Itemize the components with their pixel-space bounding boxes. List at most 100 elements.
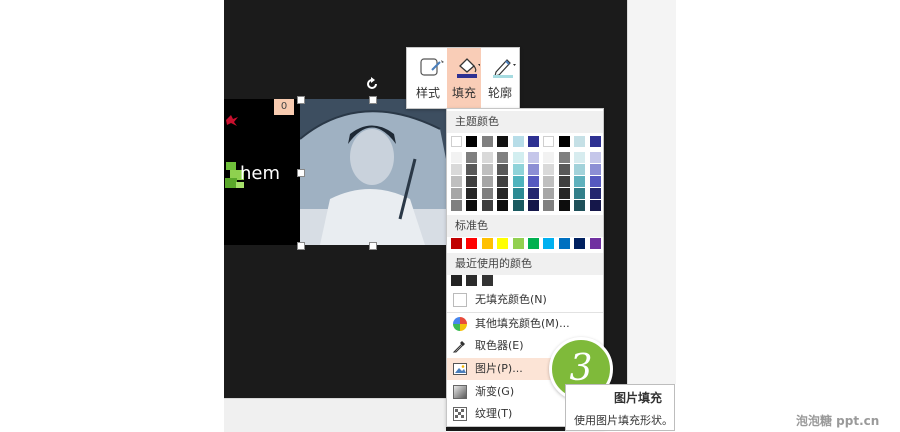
picture-fill-tooltip: 图片填充 使用图片填充形状。 xyxy=(565,384,675,431)
theme-shade-swatch[interactable] xyxy=(512,164,524,175)
theme-shade-swatch[interactable] xyxy=(558,176,570,187)
recent-color-swatch[interactable] xyxy=(481,275,493,286)
theme-shade-swatch[interactable] xyxy=(451,164,462,175)
resize-handle-nw[interactable] xyxy=(297,96,305,104)
theme-color-swatch[interactable] xyxy=(512,136,524,147)
theme-shade-swatch[interactable] xyxy=(481,188,493,199)
theme-shade-swatch[interactable] xyxy=(558,188,570,199)
standard-color-swatch[interactable] xyxy=(512,238,524,249)
theme-color-swatch[interactable] xyxy=(543,136,555,147)
theme-shade-swatch[interactable] xyxy=(512,152,524,163)
standard-color-swatch[interactable] xyxy=(558,238,570,249)
theme-shade-swatch[interactable] xyxy=(589,152,601,163)
theme-shade-swatch[interactable] xyxy=(466,176,478,187)
picture-fill-label: 图片(P)... xyxy=(475,362,523,375)
gradient-icon xyxy=(453,385,467,399)
theme-shade-swatch[interactable] xyxy=(481,152,493,163)
theme-shade-swatch[interactable] xyxy=(512,200,524,211)
standard-color-swatch[interactable] xyxy=(466,238,478,249)
theme-shade-swatch[interactable] xyxy=(451,200,462,211)
standard-color-swatch[interactable] xyxy=(451,238,462,249)
theme-shade-swatch[interactable] xyxy=(558,152,570,163)
theme-shade-swatch[interactable] xyxy=(543,164,555,175)
tooltip-title: 图片填充 xyxy=(614,391,663,405)
style-button[interactable]: 样式 xyxy=(411,48,445,108)
theme-shade-swatch[interactable] xyxy=(574,164,586,175)
theme-shade-swatch[interactable] xyxy=(589,200,601,211)
theme-color-swatch[interactable] xyxy=(451,136,462,147)
theme-shade-swatch[interactable] xyxy=(528,176,539,187)
fill-button[interactable]: 填充 xyxy=(447,48,481,108)
theme-shade-swatch[interactable] xyxy=(497,200,509,211)
outline-button[interactable]: 轮廓 xyxy=(483,48,517,108)
more-fill-colors-item[interactable]: 其他填充颜色(M)... xyxy=(447,313,603,335)
theme-shade-swatch[interactable] xyxy=(451,188,462,199)
theme-shade-swatch[interactable] xyxy=(528,164,539,175)
theme-shade-swatch[interactable] xyxy=(528,200,539,211)
theme-color-swatch[interactable] xyxy=(558,136,570,147)
theme-shade-swatch[interactable] xyxy=(558,200,570,211)
picture-content xyxy=(300,99,446,245)
theme-color-swatch[interactable] xyxy=(528,136,539,147)
recent-color-swatch[interactable] xyxy=(451,275,462,286)
theme-shade-swatch[interactable] xyxy=(466,188,478,199)
theme-shade-swatch[interactable] xyxy=(497,176,509,187)
theme-shade-swatch[interactable] xyxy=(543,188,555,199)
standard-color-swatch[interactable] xyxy=(481,238,493,249)
theme-shade-swatch[interactable] xyxy=(497,188,509,199)
standard-color-swatch[interactable] xyxy=(528,238,539,249)
standard-color-swatch[interactable] xyxy=(497,238,509,249)
theme-shade-swatch[interactable] xyxy=(481,176,493,187)
theme-shade-swatch[interactable] xyxy=(543,152,555,163)
tooltip-description: 使用图片填充形状。 xyxy=(574,414,673,427)
theme-shade-swatch[interactable] xyxy=(543,200,555,211)
theme-shade-swatch[interactable] xyxy=(589,164,601,175)
more-fill-colors-label: 其他填充颜色(M)... xyxy=(475,317,570,330)
theme-shade-swatch[interactable] xyxy=(574,176,586,187)
theme-shade-swatch[interactable] xyxy=(466,200,478,211)
theme-shade-swatch[interactable] xyxy=(451,176,462,187)
selected-picture[interactable] xyxy=(300,99,446,245)
theme-shade-swatch[interactable] xyxy=(481,200,493,211)
texture-label: 纹理(T) xyxy=(475,407,513,420)
picture-icon xyxy=(453,363,467,375)
theme-shade-swatch[interactable] xyxy=(558,164,570,175)
standard-color-swatch[interactable] xyxy=(574,238,586,249)
standard-color-swatch[interactable] xyxy=(589,238,601,249)
theme-shade-swatch[interactable] xyxy=(574,200,586,211)
standard-color-swatch[interactable] xyxy=(543,238,555,249)
theme-shade-swatch[interactable] xyxy=(451,152,462,163)
theme-shade-swatch[interactable] xyxy=(497,164,509,175)
theme-shade-swatch[interactable] xyxy=(466,152,478,163)
theme-shade-swatch[interactable] xyxy=(574,188,586,199)
resize-handle-n[interactable] xyxy=(369,96,377,104)
resize-handle-w[interactable] xyxy=(297,169,305,177)
theme-shade-swatch[interactable] xyxy=(512,188,524,199)
resize-handle-sw[interactable] xyxy=(297,242,305,250)
style-label: 样式 xyxy=(415,86,440,100)
theme-shade-swatch[interactable] xyxy=(574,152,586,163)
red-decoration xyxy=(226,115,238,126)
theme-shade-swatch[interactable] xyxy=(512,176,524,187)
eyedropper-label: 取色器(E) xyxy=(475,339,524,352)
theme-color-swatch[interactable] xyxy=(497,136,509,147)
color-wheel-icon xyxy=(453,317,467,331)
theme-color-swatch[interactable] xyxy=(481,136,493,147)
theme-color-swatch[interactable] xyxy=(466,136,478,147)
theme-shade-swatch[interactable] xyxy=(481,164,493,175)
theme-shade-swatch[interactable] xyxy=(543,176,555,187)
theme-shade-swatch[interactable] xyxy=(528,152,539,163)
theme-shade-swatch[interactable] xyxy=(589,176,601,187)
resize-handle-s[interactable] xyxy=(369,242,377,250)
rotate-handle-icon[interactable] xyxy=(364,76,380,92)
theme-shade-swatch[interactable] xyxy=(466,164,478,175)
theme-shade-swatch[interactable] xyxy=(497,152,509,163)
no-fill-item[interactable]: 无填充颜色(N) xyxy=(447,289,603,311)
theme-shade-swatch[interactable] xyxy=(589,188,601,199)
theme-shade-swatch[interactable] xyxy=(528,188,539,199)
shape-style-icon xyxy=(420,58,444,76)
theme-color-swatch[interactable] xyxy=(574,136,586,147)
theme-color-swatch[interactable] xyxy=(589,136,601,147)
slide-text[interactable]: hem xyxy=(240,163,280,184)
recent-color-swatch[interactable] xyxy=(466,275,478,286)
